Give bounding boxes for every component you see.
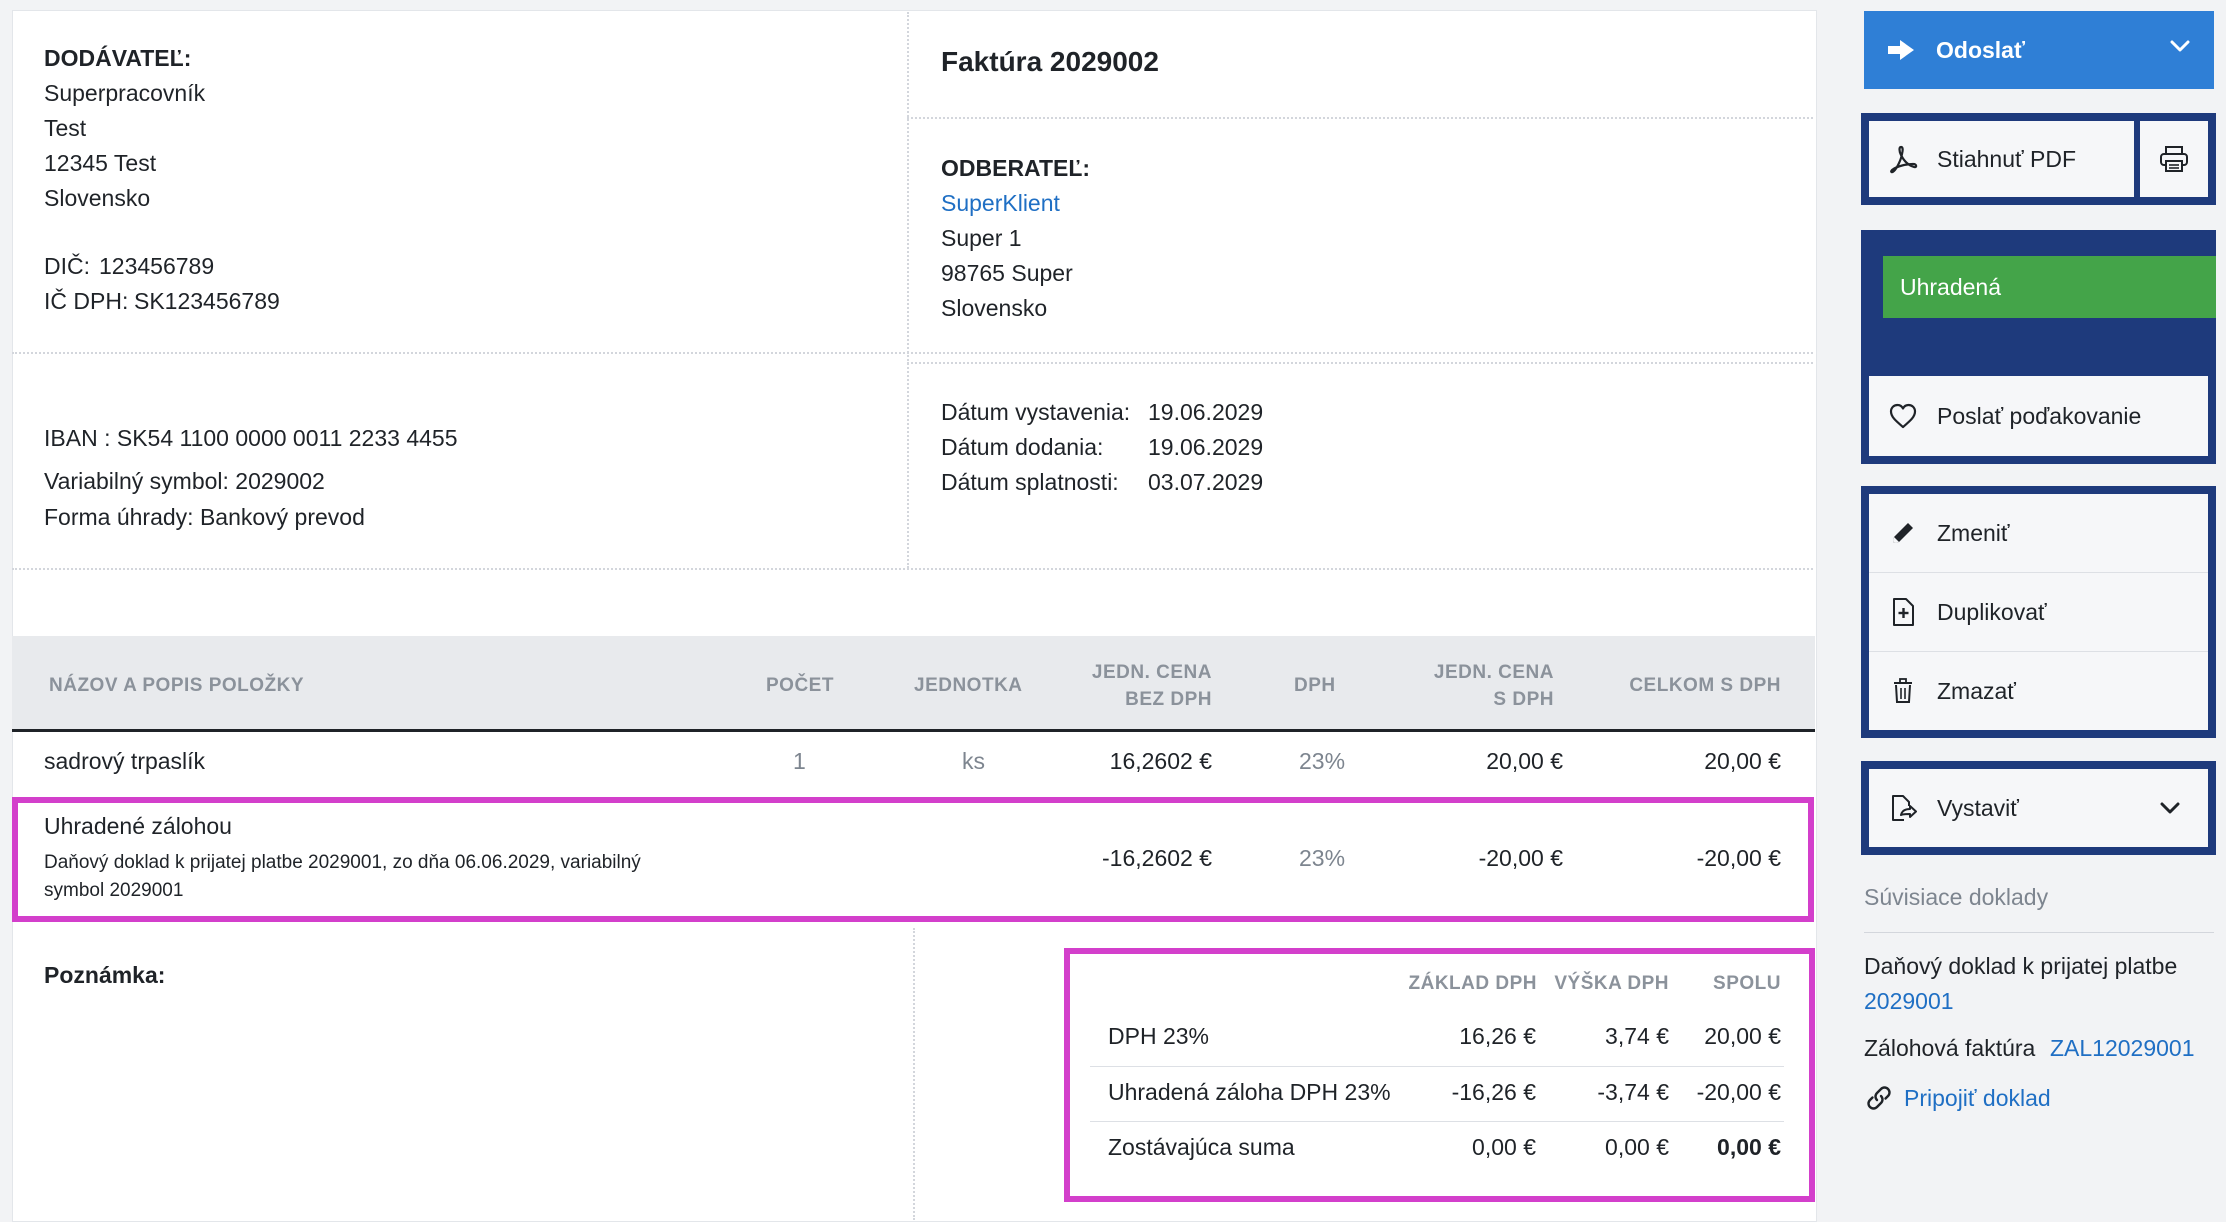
divider [907, 117, 1813, 119]
advance-row-highlight [12, 797, 1814, 922]
supplier-icdph: SK123456789 [134, 288, 280, 314]
item-total: 20,00 € [1704, 748, 1781, 774]
pdf-icon [1885, 141, 1921, 177]
vat-summary-highlight [1064, 948, 1815, 1202]
payment-method: Forma úhrady: Bankový prevod [44, 504, 365, 530]
customer-label: ODBERATEĽ: [941, 155, 1091, 181]
divider [907, 362, 1813, 364]
related-doc-link[interactable]: ZAL12029001 [2050, 1031, 2195, 1066]
col-name-header: NÁZOV A POPIS POLOŽKY [49, 675, 305, 696]
duplicate-label: Duplikovať [1937, 598, 2047, 625]
col-qty-header: POČET [766, 675, 834, 696]
header-underline [12, 729, 1815, 732]
supplier-icdph-label: IČ DPH: [44, 288, 129, 314]
supplier-name: Superpracovník [44, 80, 206, 106]
arrow-right-icon [1886, 38, 1916, 62]
send-thanks-label: Poslať poďakovanie [1937, 402, 2142, 429]
note-label: Poznámka: [44, 962, 166, 988]
supplier-label: DODÁVATEĽ: [44, 45, 192, 71]
item-qty: 1 [793, 748, 806, 774]
attach-document-link[interactable]: Pripojiť doklad [1866, 1080, 2051, 1116]
link-icon [1866, 1085, 1892, 1111]
col-vat-header: DPH [1294, 675, 1336, 696]
col-total-header: CELKOM S DPH [1629, 675, 1781, 696]
trash-icon [1885, 673, 1921, 709]
col-unit-price-vat-header-2: S DPH [1493, 689, 1554, 710]
divider [12, 352, 1813, 354]
issue-button[interactable]: Vystaviť [1869, 769, 2208, 847]
supplier-dic-label: DIČ: [44, 253, 90, 279]
supplier-address: Test [44, 115, 87, 141]
due-label: Dátum splatnosti: [941, 469, 1119, 495]
supplier-country: Slovensko [44, 185, 151, 211]
issue-label: Vystaviť [1937, 794, 2019, 821]
col-unit-header: JEDNOTKA [914, 675, 1023, 696]
supplier-city: 12345 Test [44, 150, 157, 176]
iban: IBAN : SK54 1100 0000 0011 2233 4455 [44, 425, 458, 451]
duplicate-icon [1885, 594, 1921, 630]
item-unit: ks [962, 748, 985, 774]
supplier-dic: 123456789 [99, 253, 215, 279]
chevron-down-icon [2170, 39, 2190, 53]
pencil-icon [1885, 515, 1921, 551]
issued-label: Dátum vystavenia: [941, 399, 1131, 425]
delete-label: Zmazať [1937, 677, 2016, 704]
download-pdf-button[interactable]: Stiahnuť PDF [1869, 121, 2134, 197]
heart-icon [1885, 398, 1921, 434]
customer-address: Super 1 [941, 225, 1022, 251]
variable-symbol: Variabilný symbol: 2029002 [44, 468, 325, 494]
send-label: Odoslať [1936, 36, 2025, 63]
item-name: sadrový trpaslík [44, 748, 206, 774]
status-label: Uhradená [1900, 273, 2002, 300]
related-doc-text: Zálohová faktúra [1864, 1035, 2036, 1061]
divider [913, 928, 915, 1220]
status-badge[interactable]: Uhradená [1883, 256, 2216, 318]
send-button[interactable]: Odoslať [1864, 11, 2214, 89]
customer-name-link[interactable]: SuperKlient [941, 186, 1060, 221]
col-unit-price-vat-header-1: JEDN. CENA [1433, 662, 1554, 683]
divider [1864, 932, 2214, 933]
divider [907, 12, 909, 568]
item-vat: 23% [1299, 748, 1346, 774]
document-export-icon [1885, 790, 1921, 826]
delete-button[interactable]: Zmazať [1869, 652, 2208, 730]
delivered-label: Dátum dodania: [941, 434, 1104, 460]
divider [12, 568, 1813, 570]
printer-icon [2159, 145, 2189, 173]
related-doc-link[interactable]: 2029001 [1864, 984, 1954, 1019]
issued-date: 19.06.2029 [1148, 399, 1264, 425]
edit-label: Zmeniť [1937, 519, 2010, 546]
col-unit-price-header-1: JEDN. CENA [1091, 662, 1212, 683]
chevron-down-icon [2160, 801, 2180, 815]
download-pdf-label: Stiahnuť PDF [1937, 145, 2077, 172]
related-title: Súvisiace doklady [1864, 884, 2049, 910]
customer-city: 98765 Super [941, 260, 1073, 286]
delivered-date: 19.06.2029 [1148, 434, 1264, 460]
customer-country: Slovensko [941, 295, 1048, 321]
invoice-title: Faktúra 2029002 [941, 46, 1159, 77]
send-thanks-button[interactable]: Poslať poďakovanie [1869, 376, 2208, 456]
col-unit-price-header-2: BEZ DPH [1125, 689, 1212, 710]
print-button[interactable] [2140, 121, 2208, 197]
duplicate-button[interactable]: Duplikovať [1869, 573, 2208, 651]
related-doc-text: Daňový doklad k prijatej platbe [1864, 953, 2178, 979]
edit-button[interactable]: Zmeniť [1869, 494, 2208, 572]
attach-document-label: Pripojiť doklad [1904, 1084, 2051, 1111]
item-unit-price-vat: 20,00 € [1486, 748, 1563, 774]
item-unit-price: 16,2602 € [1109, 748, 1212, 774]
due-date: 03.07.2029 [1148, 469, 1264, 495]
